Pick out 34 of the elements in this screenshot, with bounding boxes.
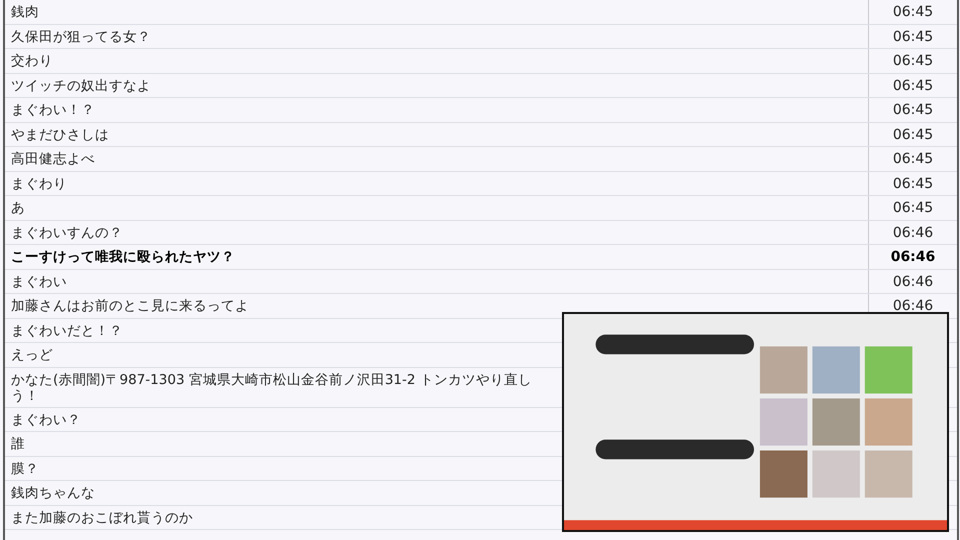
comment-time: 06:45: [892, 176, 934, 192]
comment-text: また加藤のおこぼれ貰うのか: [11, 510, 194, 526]
comment-time: 06:45: [892, 4, 934, 20]
comment-text: まぐわい: [11, 274, 68, 290]
comment-time: 06:46: [892, 274, 934, 290]
comment-text: 交わり: [11, 53, 54, 69]
comment-time: 06:46: [892, 224, 934, 240]
comment-text: 膜？: [11, 460, 40, 476]
comment-text: 銭肉ちゃんな: [11, 485, 96, 501]
comment-time: 06:45: [892, 28, 934, 44]
comment-time: 06:46: [892, 298, 934, 314]
comment-text: かなた(赤間闇)〒987-1303 宮城県大崎市松山金谷前ノ沢田31-2 トンカツやり直しう！: [11, 372, 533, 404]
comment-text: あ: [11, 200, 26, 216]
comment-time: 06:45: [892, 102, 934, 118]
comment-text: こーすけって唯我に殴られたヤツ？: [11, 249, 236, 265]
comment-text: まぐわいだと！？: [11, 322, 124, 338]
comment-text: 銭肉: [11, 4, 40, 20]
comment-text: まぐわい！？: [11, 102, 96, 118]
comment-text: まぐわいすんの？: [11, 224, 124, 240]
comment-time: 06:45: [892, 53, 934, 69]
comment-text: えっど: [11, 347, 54, 363]
comment-text: まぐわり: [11, 176, 68, 192]
comment-text: まぐわい？: [11, 412, 82, 428]
comment-text: 高田健志よべ: [11, 151, 96, 167]
comment-time: 06:45: [892, 78, 934, 94]
comment-text: やまだひさしは: [11, 126, 110, 142]
comment-text: 加藤さんはお前のとこ見に来るってよ: [11, 298, 250, 314]
comment-time: 06:45: [892, 126, 934, 142]
comment-time: 06:46: [890, 249, 936, 265]
comment-time: 06:45: [892, 200, 934, 216]
comment-text: 誰: [11, 436, 26, 452]
comment-text: 久保田が狙ってる女？: [11, 28, 152, 44]
comment-text: ツイッチの奴出すなよ: [11, 78, 152, 94]
comment-time: 06:45: [892, 151, 934, 167]
